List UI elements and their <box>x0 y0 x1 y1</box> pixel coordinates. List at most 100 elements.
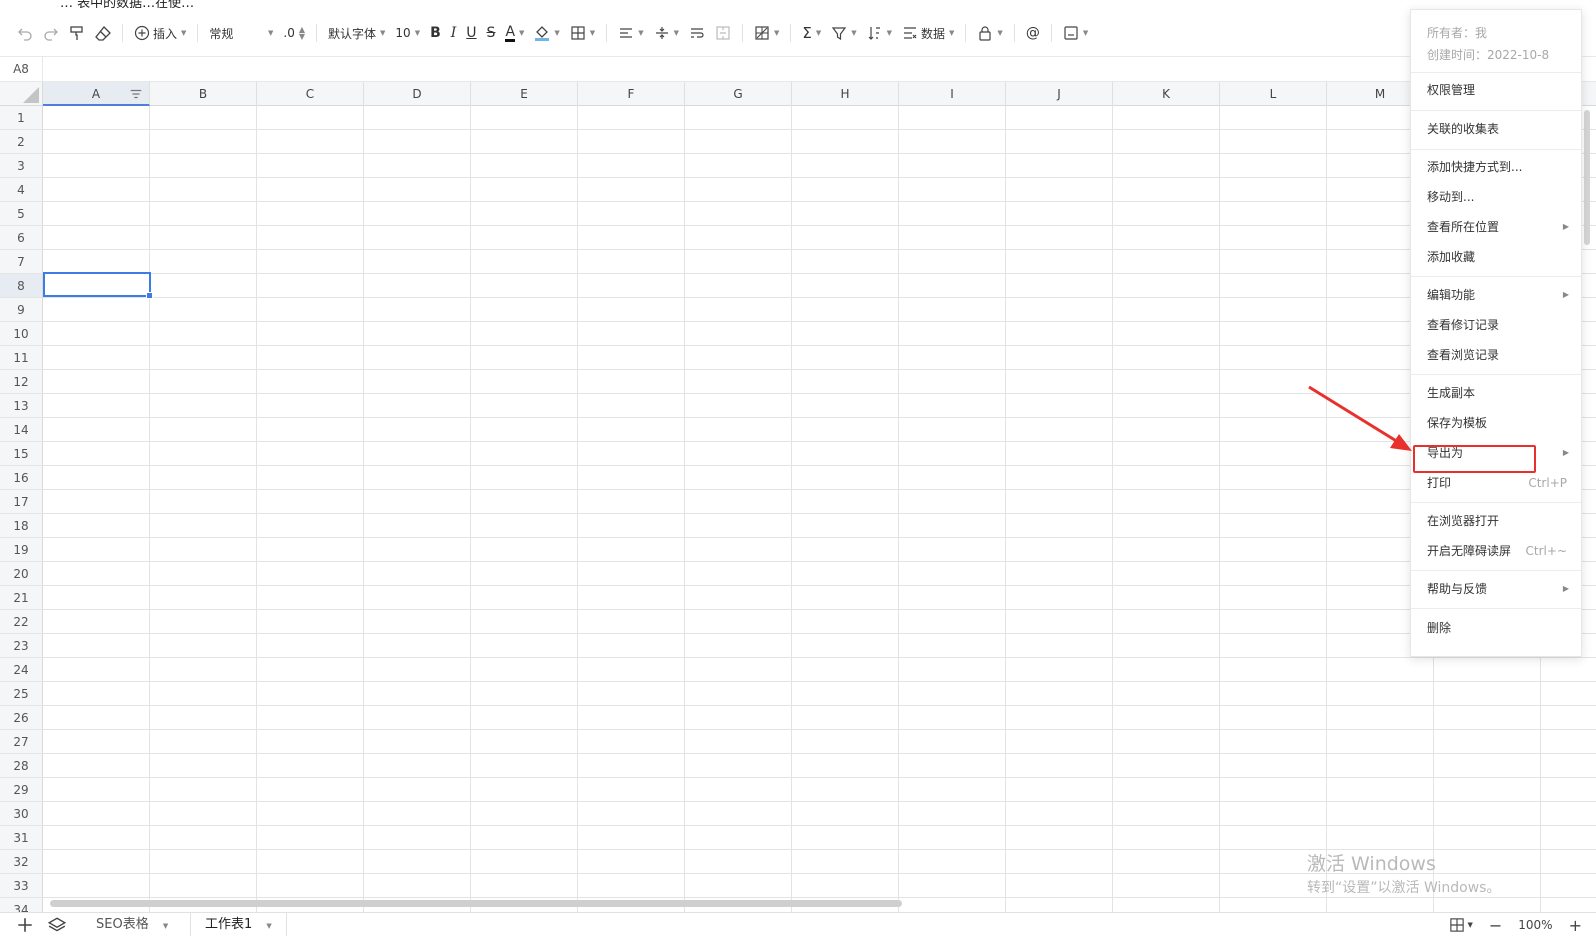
format-painter-button[interactable] <box>64 19 90 47</box>
column-header-e[interactable]: E <box>471 82 578 106</box>
sheet-tab-sheet1[interactable]: 工作表1 ▼ <box>190 913 287 936</box>
column-header-h[interactable]: H <box>792 82 899 106</box>
row-header-19[interactable]: 19 <box>0 538 43 562</box>
row-header-7[interactable]: 7 <box>0 250 43 274</box>
menu-item-open-in-browser[interactable]: 在浏览器打开 <box>1411 507 1581 535</box>
strikethrough-button[interactable]: S <box>482 19 501 47</box>
row-header-2[interactable]: 2 <box>0 130 43 154</box>
decimal-places-button[interactable]: .0 ▲ ▼ <box>278 19 310 47</box>
data-menu-button[interactable]: 数据 ▼ <box>897 19 959 47</box>
row-header-32[interactable]: 32 <box>0 850 43 874</box>
sheet-list-button[interactable] <box>47 916 67 936</box>
row-header-18[interactable]: 18 <box>0 514 43 538</box>
row-header-8[interactable]: 8 <box>0 274 43 298</box>
font-family-select[interactable]: 默认字体 ▼ <box>323 19 390 47</box>
undo-button[interactable] <box>12 19 38 47</box>
row-header-27[interactable]: 27 <box>0 730 43 754</box>
font-size-select[interactable]: 10 ▼ <box>390 19 425 47</box>
active-cell-A8[interactable] <box>43 272 153 299</box>
row-header-10[interactable]: 10 <box>0 322 43 346</box>
menu-item-edit-features[interactable]: 编辑功能 ▶ <box>1411 281 1581 309</box>
sheet-tab-seo[interactable]: SEO表格 ▼ <box>82 913 182 936</box>
column-header-f[interactable]: F <box>578 82 685 106</box>
column-header-l[interactable]: L <box>1220 82 1327 106</box>
horizontal-align-button[interactable]: ▼ <box>613 19 648 47</box>
menu-item-revision-history[interactable]: 查看修订记录 <box>1411 311 1581 339</box>
row-header-24[interactable]: 24 <box>0 658 43 682</box>
vertical-align-button[interactable]: ▼ <box>649 19 684 47</box>
menu-item-print[interactable]: 打印 Ctrl+P <box>1411 469 1581 497</box>
row-header-3[interactable]: 3 <box>0 154 43 178</box>
column-filter-icon[interactable] <box>129 87 143 101</box>
wrap-text-button[interactable] <box>684 19 710 47</box>
row-header-15[interactable]: 15 <box>0 442 43 466</box>
menu-item-save-template[interactable]: 保存为模板 <box>1411 409 1581 437</box>
menu-item-move-to[interactable]: 移动到... <box>1411 183 1581 211</box>
row-header-20[interactable]: 20 <box>0 562 43 586</box>
underline-button[interactable]: U <box>461 19 481 47</box>
row-header-26[interactable]: 26 <box>0 706 43 730</box>
row-header-22[interactable]: 22 <box>0 610 43 634</box>
menu-item-add-shortcut[interactable]: 添加快捷方式到... <box>1411 153 1581 181</box>
menu-item-help-feedback[interactable]: 帮助与反馈 ▶ <box>1411 575 1581 603</box>
zoom-out-button[interactable]: − <box>1489 916 1502 935</box>
clear-format-button[interactable] <box>90 19 116 47</box>
row-header-21[interactable]: 21 <box>0 586 43 610</box>
mention-button[interactable]: @ <box>1021 19 1045 47</box>
row-header-16[interactable]: 16 <box>0 466 43 490</box>
column-header-a[interactable]: A <box>43 82 150 106</box>
fill-color-button[interactable]: ▼ <box>529 19 564 47</box>
column-header-b[interactable]: B <box>150 82 257 106</box>
formula-button[interactable]: Σ ▼ <box>797 19 826 47</box>
row-header-6[interactable]: 6 <box>0 226 43 250</box>
row-header-12[interactable]: 12 <box>0 370 43 394</box>
filter-button[interactable]: ▼ <box>826 19 861 47</box>
cells-area[interactable] <box>43 106 1596 912</box>
row-header-29[interactable]: 29 <box>0 778 43 802</box>
menu-item-permissions[interactable]: 权限管理 <box>1411 76 1581 104</box>
row-header-28[interactable]: 28 <box>0 754 43 778</box>
row-header-1[interactable]: 1 <box>0 106 43 130</box>
italic-button[interactable]: I <box>446 19 462 47</box>
row-header-33[interactable]: 33 <box>0 874 43 898</box>
row-header-13[interactable]: 13 <box>0 394 43 418</box>
view-grid-icon[interactable] <box>1450 918 1465 932</box>
menu-item-accessible-reading[interactable]: 开启无障碍读屏 Ctrl+~ <box>1411 537 1581 565</box>
row-header-25[interactable]: 25 <box>0 682 43 706</box>
font-color-button[interactable]: A ▼ <box>500 19 529 47</box>
add-sheet-button[interactable] <box>16 916 34 936</box>
row-header-14[interactable]: 14 <box>0 418 43 442</box>
select-all-corner[interactable] <box>0 82 43 106</box>
row-header-9[interactable]: 9 <box>0 298 43 322</box>
row-header-5[interactable]: 5 <box>0 202 43 226</box>
menu-item-make-copy[interactable]: 生成副本 <box>1411 379 1581 407</box>
row-header-31[interactable]: 31 <box>0 826 43 850</box>
sort-button[interactable]: ▼ <box>862 19 897 47</box>
redo-button[interactable] <box>38 19 64 47</box>
column-header-j[interactable]: J <box>1006 82 1113 106</box>
row-header-30[interactable]: 30 <box>0 802 43 826</box>
cell-name-box[interactable]: A8 <box>0 57 43 81</box>
row-header-11[interactable]: 11 <box>0 346 43 370</box>
merge-cells-button[interactable] <box>710 19 736 47</box>
borders-button[interactable]: ▼ <box>565 19 600 47</box>
conditional-format-button[interactable]: ▼ <box>749 19 784 47</box>
menu-item-linked-form[interactable]: 关联的收集表 <box>1411 115 1581 143</box>
row-header-4[interactable]: 4 <box>0 178 43 202</box>
bold-button[interactable]: B <box>425 19 446 47</box>
column-header-d[interactable]: D <box>364 82 471 106</box>
menu-item-browse-history[interactable]: 查看浏览记录 <box>1411 341 1581 369</box>
row-header-34[interactable]: 34 <box>0 898 43 912</box>
row-header-23[interactable]: 23 <box>0 634 43 658</box>
column-header-k[interactable]: K <box>1113 82 1220 106</box>
menu-item-delete[interactable]: 删除 <box>1411 614 1581 642</box>
column-header-g[interactable]: G <box>685 82 792 106</box>
protect-button[interactable]: ▼ <box>972 19 1007 47</box>
horizontal-scrollbar[interactable] <box>50 900 902 907</box>
zoom-in-button[interactable]: + <box>1569 916 1582 935</box>
insert-button[interactable]: 插入 ▼ <box>129 19 191 47</box>
menu-item-view-location[interactable]: 查看所在位置 ▶ <box>1411 213 1581 241</box>
more-tools-button[interactable]: ▼ <box>1058 19 1093 47</box>
row-header-17[interactable]: 17 <box>0 490 43 514</box>
column-header-i[interactable]: I <box>899 82 1006 106</box>
